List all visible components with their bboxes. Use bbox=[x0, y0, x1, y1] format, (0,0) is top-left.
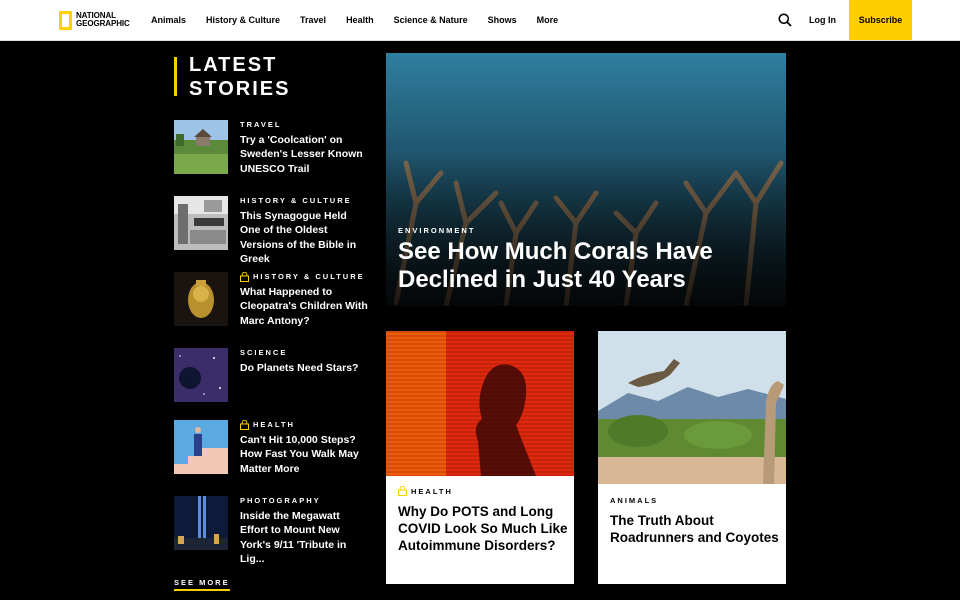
hero-category: ENVIRONMENT bbox=[398, 226, 476, 235]
story-title[interactable]: What Happened to Cleopatra's Children Wi… bbox=[240, 285, 369, 328]
story-item[interactable]: TRAVEL Try a 'Coolcation' on Sweden's Le… bbox=[174, 120, 369, 180]
story-category: SCIENCE bbox=[240, 348, 288, 357]
story-item[interactable]: HISTORY & CULTURE What Happened to Cleop… bbox=[174, 272, 369, 332]
nav-history-culture[interactable]: History & Culture bbox=[206, 15, 280, 25]
latest-stories-heading: LATEST STORIES bbox=[189, 54, 291, 100]
natgeo-logo[interactable]: NATIONAL GEOGRAPHIC bbox=[59, 10, 130, 30]
see-more-link[interactable]: SEE MORE bbox=[174, 578, 230, 591]
story-thumbnail[interactable] bbox=[174, 420, 228, 474]
story-item[interactable]: SCIENCE Do Planets Need Stars? bbox=[174, 348, 369, 408]
story-item[interactable]: PHOTOGRAPHY Inside the Megawatt Effort t… bbox=[174, 496, 369, 565]
card-category: HEALTH bbox=[398, 486, 453, 496]
card-image[interactable] bbox=[386, 331, 574, 476]
logo-line-2: GEOGRAPHIC bbox=[76, 19, 130, 28]
story-category: HISTORY & CULTURE bbox=[240, 272, 369, 282]
story-title[interactable]: Inside the Megawatt Effort to Mount New … bbox=[240, 509, 369, 566]
nav-more[interactable]: More bbox=[537, 15, 559, 25]
story-thumbnail[interactable] bbox=[174, 272, 228, 326]
lock-icon bbox=[398, 486, 407, 496]
story-thumbnail[interactable] bbox=[174, 120, 228, 174]
article-card[interactable]: HEALTH Why Do POTS and Long COVID Look S… bbox=[386, 331, 574, 584]
nav-health[interactable]: Health bbox=[346, 15, 374, 25]
story-thumbnail[interactable] bbox=[174, 196, 228, 250]
story-title[interactable]: This Synagogue Held One of the Oldest Ve… bbox=[240, 209, 369, 266]
story-category: HEALTH bbox=[240, 420, 369, 430]
story-title[interactable]: Try a 'Coolcation' on Sweden's Lesser Kn… bbox=[240, 133, 369, 176]
login-link[interactable]: Log In bbox=[809, 0, 836, 40]
lock-icon bbox=[240, 272, 249, 282]
search-icon[interactable] bbox=[778, 13, 792, 27]
story-category: HISTORY & CULTURE bbox=[240, 196, 352, 205]
card-category: ANIMALS bbox=[610, 496, 659, 505]
card-title[interactable]: The Truth About Roadrunners and Coyotes bbox=[610, 512, 780, 546]
nav-animals[interactable]: Animals bbox=[151, 15, 186, 25]
story-title[interactable]: Do Planets Need Stars? bbox=[240, 361, 369, 375]
article-card[interactable]: ANIMALS The Truth About Roadrunners and … bbox=[598, 331, 786, 584]
main-nav: Animals History & Culture Travel Health … bbox=[151, 0, 578, 40]
story-category: PHOTOGRAPHY bbox=[240, 496, 321, 505]
latest-stories-accent-bar bbox=[174, 57, 177, 96]
story-item[interactable]: HISTORY & CULTURE This Synagogue Held On… bbox=[174, 196, 369, 265]
subscribe-button[interactable]: Subscribe bbox=[849, 0, 912, 40]
story-thumbnail[interactable] bbox=[174, 348, 228, 402]
story-title[interactable]: Can't Hit 10,000 Steps? How Fast You Wal… bbox=[240, 433, 369, 476]
nav-travel[interactable]: Travel bbox=[300, 15, 326, 25]
hero-title[interactable]: See How Much Corals Have Declined in Jus… bbox=[398, 238, 758, 294]
lock-icon bbox=[240, 420, 249, 430]
card-image[interactable] bbox=[598, 331, 786, 484]
card-title[interactable]: Why Do POTS and Long COVID Look So Much … bbox=[398, 503, 568, 554]
story-thumbnail[interactable] bbox=[174, 496, 228, 550]
story-category: TRAVEL bbox=[240, 120, 282, 129]
site-header: NATIONAL GEOGRAPHIC Animals History & Cu… bbox=[0, 0, 960, 41]
logo-yellow-border-icon bbox=[59, 10, 72, 30]
nav-science-nature[interactable]: Science & Nature bbox=[394, 15, 468, 25]
nav-shows[interactable]: Shows bbox=[488, 15, 517, 25]
story-item[interactable]: HEALTH Can't Hit 10,000 Steps? How Fast … bbox=[174, 420, 369, 480]
